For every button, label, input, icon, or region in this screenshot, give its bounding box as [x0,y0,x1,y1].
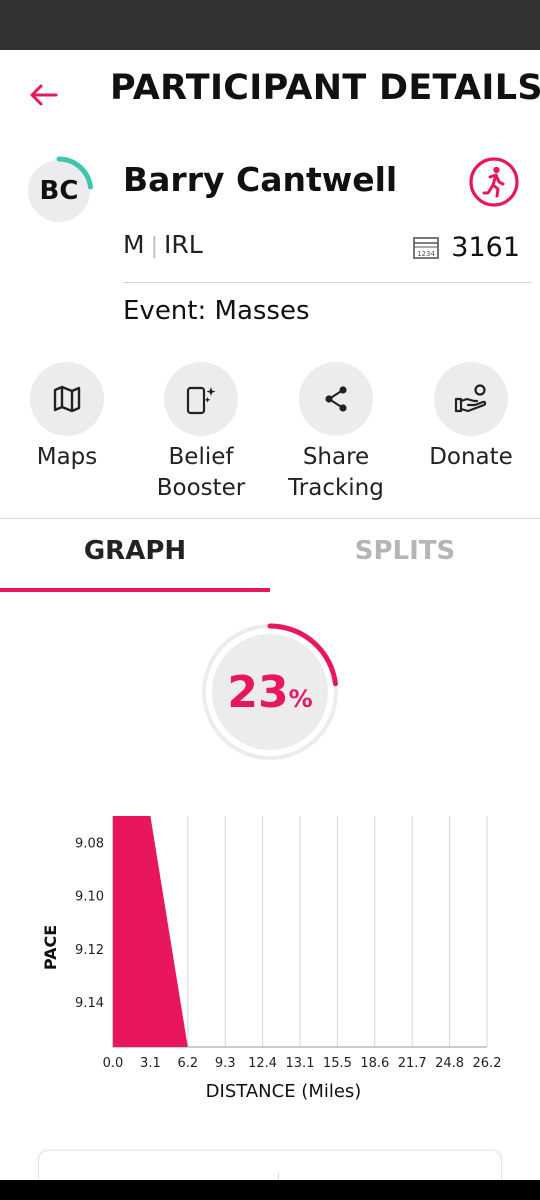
progress-ring: 23% [200,622,340,762]
x-tick-label: 18.6 [360,1056,389,1071]
avatar: BC [24,156,94,226]
x-tick-label: 9.3 [215,1056,236,1071]
maps-button[interactable]: Maps [0,362,134,473]
action-label: Share Tracking [288,444,384,501]
x-tick-label: 12.4 [248,1056,277,1071]
maps-icon-circle [30,362,104,436]
pace-area [113,816,188,1047]
x-tick-label: 24.8 [435,1056,464,1071]
bib-icon-text: 1234 [417,250,435,258]
participant-meta: M | IRL [123,230,203,259]
event-label: Event: Masses [123,296,310,326]
tab-splits[interactable]: SPLITS [270,536,540,566]
action-label: Belief Booster [156,444,246,501]
running-person-icon [469,157,519,207]
map-icon [53,385,81,413]
share-icon [325,386,347,412]
progress-center: 23% [212,634,328,750]
x-tick-label: 15.5 [323,1056,352,1071]
back-button[interactable] [26,78,60,112]
y-tick-label: 9.12 [75,943,104,958]
tab-graph[interactable]: GRAPH [0,536,270,566]
progress-percentage: 23% [227,667,312,718]
avatar-progress-ring [56,156,93,190]
navigation-bar [0,1180,540,1200]
share-tracking-icon-circle [299,362,373,436]
y-tick-label: 9.08 [75,837,104,852]
x-tick-label: 26.2 [473,1056,502,1071]
x-axis-label: DISTANCE (Miles) [206,1081,362,1102]
bib-icon: 1234 [413,236,440,259]
active-tab-indicator [0,588,270,592]
action-label: Maps [36,444,98,470]
status-bar [0,0,540,50]
action-label: Donate [429,444,513,470]
running-status-button[interactable] [468,156,520,208]
gender: M [123,230,145,259]
donate-icon-circle [434,362,508,436]
x-tick-label: 0.0 [103,1056,124,1071]
x-tick-label: 6.2 [177,1056,198,1071]
belief-booster-icon-circle [164,362,238,436]
donate-hand-icon [454,384,487,413]
x-tick-label: 21.7 [398,1056,427,1071]
bib-info: 1234 3161 [413,232,520,263]
divider [123,282,532,283]
meta-separator: | [150,234,158,259]
back-arrow-icon [30,84,58,106]
x-tick-label: 13.1 [286,1056,315,1071]
page-title: PARTICIPANT DETAILS [110,68,540,108]
share-tracking-button[interactable]: Share Tracking [269,362,403,504]
y-tick-label: 9.10 [75,890,104,905]
bib-number: 3161 [451,232,520,263]
donate-button[interactable]: Donate [404,362,538,473]
tabs-divider [0,518,540,519]
belief-booster-button[interactable]: Belief Booster [134,362,268,504]
country: IRL [164,230,203,259]
sparkle-phone-icon [186,386,216,415]
y-axis-label: PACE [41,925,60,970]
progress-value: 23 [227,666,289,718]
x-tick-label: 3.1 [140,1056,161,1071]
progress-unit: % [288,684,313,713]
pace-chart: 9.08 9.10 9.12 9.14 0.0 3.1 6.2 9.3 12.4 13.1 15.5… [41,816,502,1102]
participant-name: Barry Cantwell [123,160,398,199]
y-tick-label: 9.14 [75,996,104,1011]
